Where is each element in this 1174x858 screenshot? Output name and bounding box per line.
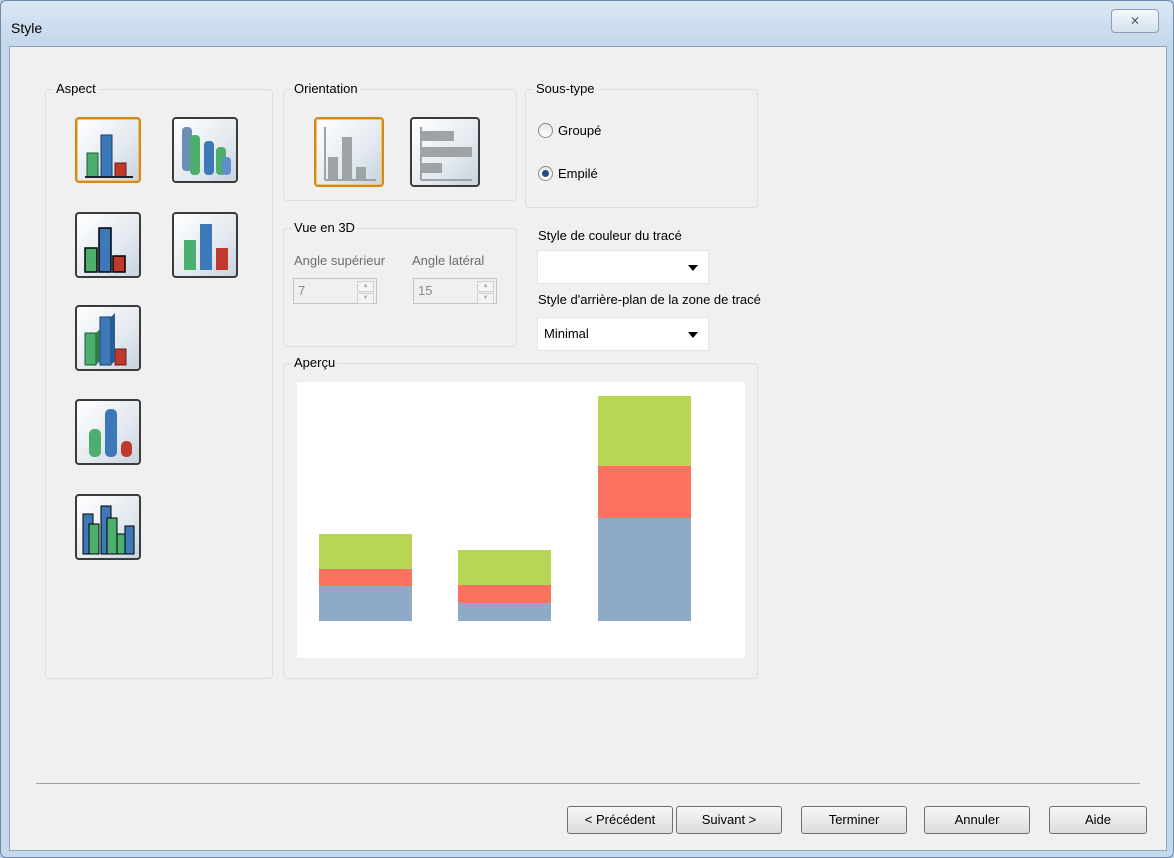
side-angle-spinner[interactable]: 15 ▲ ▼ [413, 278, 497, 304]
side-angle-value: 15 [418, 283, 433, 298]
plot-color-style-label: Style de couleur du tracé [538, 228, 682, 243]
close-icon: ⨯ [1129, 13, 1141, 27]
chevron-down-icon [688, 332, 698, 338]
aspect-group: Aspect [45, 81, 273, 679]
plot-color-style-combo[interactable] [537, 250, 709, 284]
radio-grouped-button[interactable] [538, 123, 553, 138]
bar-segment-0-1 [319, 569, 412, 586]
orientation-group: Orientation [283, 81, 517, 201]
radio-grouped[interactable]: Groupé [538, 123, 601, 138]
bar-segment-2-0 [598, 518, 691, 621]
plot-background-style-label: Style d'arrière-plan de la zone de tracé [538, 292, 761, 307]
top-angle-label: Angle supérieur [294, 253, 386, 268]
button-separator [36, 783, 1140, 784]
chevron-down-icon [688, 265, 698, 271]
next-button[interactable]: Suivant > [676, 806, 782, 834]
bar-segment-2-1 [598, 466, 691, 518]
style-dialog: Style ⨯ Aspect Orientation Sous-type Gro… [0, 0, 1174, 858]
spin-down-icon[interactable]: ▼ [357, 293, 374, 304]
bar-segment-1-0 [458, 603, 551, 621]
side-angle-label: Angle latéral [412, 253, 485, 268]
subtype-group-label: Sous-type [534, 81, 597, 96]
clustered-3d-bar-style-icon[interactable] [75, 494, 141, 560]
vertical-bars-icon[interactable] [314, 117, 384, 187]
spin-up-icon[interactable]: ▲ [477, 281, 494, 292]
bar-segment-0-2 [319, 534, 412, 569]
finish-button[interactable]: Terminer [801, 806, 907, 834]
spin-up-icon[interactable]: ▲ [357, 281, 374, 292]
dialog-title: Style [11, 20, 43, 36]
bar-segment-0-0 [319, 586, 412, 621]
top-angle-value: 7 [298, 283, 306, 298]
top-angle-spinner[interactable]: 7 ▲ ▼ [293, 278, 377, 304]
3d-bar-style-icon[interactable] [75, 305, 141, 371]
radio-grouped-label: Groupé [558, 123, 602, 138]
radio-stacked[interactable]: Empilé [538, 166, 598, 181]
bar-segment-1-1 [458, 585, 551, 603]
orientation-group-label: Orientation [292, 81, 360, 96]
plot-background-style-value: Minimal [544, 326, 589, 341]
subtype-group: Sous-type Groupé Empilé [525, 81, 758, 208]
dialog-client-area: Aspect Orientation Sous-type Groupé Empi… [9, 46, 1167, 851]
plot-background-style-combo[interactable]: Minimal [537, 317, 709, 351]
flat-bar-style-icon[interactable] [75, 117, 141, 183]
spin-down-icon[interactable]: ▼ [477, 293, 494, 304]
outlined-bar-style-icon[interactable] [75, 212, 141, 278]
radio-stacked-label: Empilé [558, 166, 598, 181]
radio-stacked-button[interactable] [538, 166, 553, 181]
preview-chart-area [297, 382, 745, 658]
view3d-group: Vue en 3D Angle supérieur Angle latéral … [283, 220, 517, 347]
bar-segment-2-2 [598, 396, 691, 466]
help-button[interactable]: Aide [1049, 806, 1147, 834]
preview-group: Aperçu [283, 355, 758, 679]
title-bar: Style ⨯ [1, 1, 1173, 45]
horizontal-bars-icon[interactable] [410, 117, 480, 187]
view3d-group-label: Vue en 3D [292, 220, 357, 235]
previous-button[interactable]: < Précédent [567, 806, 673, 834]
bar-segment-1-2 [458, 550, 551, 585]
aspect-group-label: Aspect [54, 81, 98, 96]
preview-group-label: Aperçu [292, 355, 338, 370]
close-button[interactable]: ⨯ [1111, 9, 1159, 33]
preview-chart [319, 396, 691, 621]
shaded-bar-style-icon[interactable] [172, 212, 238, 278]
cancel-button[interactable]: Annuler [924, 806, 1030, 834]
cylinder-bar-style-icon[interactable] [172, 117, 238, 183]
cylinder-shaded-bar-style-icon[interactable] [75, 399, 141, 465]
